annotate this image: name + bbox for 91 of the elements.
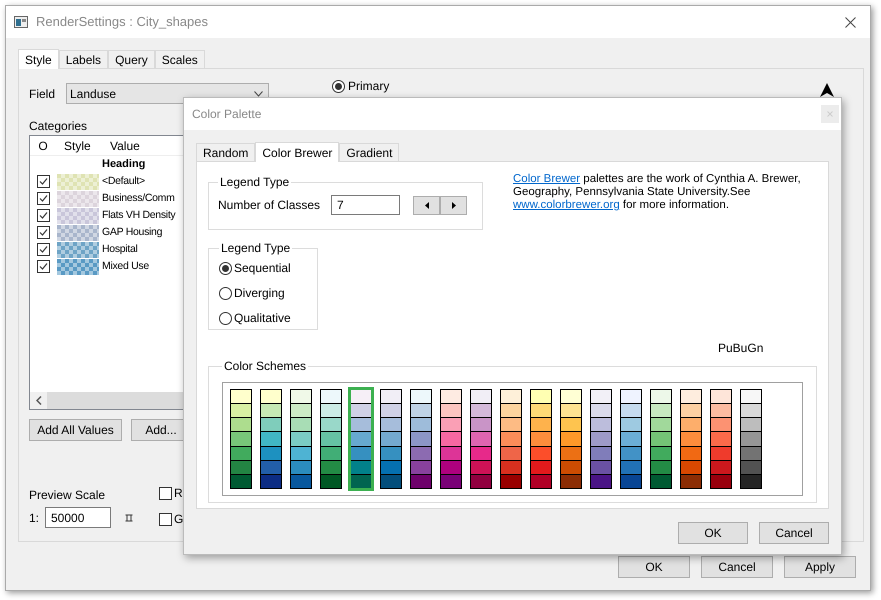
dialog-title: Color Palette	[192, 106, 262, 123]
color-scheme[interactable]	[500, 389, 522, 489]
group-title: Legend Type	[219, 174, 290, 191]
style-swatch[interactable]	[57, 174, 99, 190]
description-text: Color Brewer palettes are the work of Cynthia A. Brewer, Geography, Pennsylvania State University.See www.colorbrewer.org for more information.	[513, 173, 802, 212]
category-value: Flats VH Density	[102, 208, 176, 223]
radio-button[interactable]	[219, 286, 232, 300]
color-scheme[interactable]	[320, 389, 342, 489]
tab[interactable]: Scales	[154, 50, 205, 68]
north-arrow-icon	[820, 82, 834, 96]
column-header[interactable]: Style	[56, 136, 102, 154]
increment-button[interactable]	[440, 196, 467, 214]
color-scheme[interactable]	[380, 389, 402, 489]
style-swatch[interactable]	[57, 208, 99, 224]
triangle-right-icon	[452, 202, 456, 208]
category-value: <Default>	[102, 174, 145, 189]
color-scheme[interactable]	[290, 389, 312, 489]
app-icon	[14, 16, 28, 28]
chevron-down-icon	[254, 90, 263, 96]
style-swatch[interactable]	[57, 190, 99, 206]
scale-prefix: 1:	[29, 510, 40, 526]
color-scheme[interactable]	[410, 389, 432, 489]
column-header[interactable]: O	[30, 136, 56, 154]
style-swatch[interactable]	[57, 258, 99, 274]
color-scheme[interactable]	[260, 389, 282, 489]
link[interactable]: www.colorbrewer.org	[513, 199, 620, 211]
color-scheme[interactable]	[590, 389, 612, 489]
radio-label: Primary	[348, 78, 390, 95]
category-value: GAP Housing	[102, 224, 162, 240]
tab[interactable]: Color Brewer	[255, 142, 340, 162]
category-value: Mixed Use	[102, 258, 149, 274]
color-scheme[interactable]	[650, 389, 672, 489]
scheme-name: PuBuGn	[718, 340, 764, 357]
radio-button[interactable]	[219, 262, 232, 274]
categories-label: Categories	[29, 118, 88, 135]
button[interactable]: OK	[678, 522, 748, 544]
group-title: Color Schemes	[223, 358, 308, 375]
classes-input[interactable]: 7	[331, 195, 400, 215]
radio-label: Sequential	[234, 260, 291, 277]
group-title: Legend Type	[220, 240, 292, 257]
tab[interactable]: Random	[196, 143, 256, 161]
checkbox[interactable]	[159, 486, 172, 500]
color-scheme[interactable]	[560, 389, 582, 489]
scale-input[interactable]: 50000	[45, 507, 111, 528]
radio-label: Diverging	[234, 285, 285, 302]
category-value: Hospital	[102, 242, 138, 257]
chevron-left-icon[interactable]	[36, 396, 42, 405]
style-swatch[interactable]	[57, 224, 99, 240]
style-swatch[interactable]	[57, 242, 99, 258]
decrement-button[interactable]	[413, 196, 440, 214]
tab[interactable]: Labels	[58, 50, 108, 68]
color-scheme[interactable]	[348, 387, 374, 491]
scale-icon[interactable]	[125, 514, 133, 522]
color-scheme[interactable]	[530, 389, 552, 489]
tab[interactable]: Gradient	[339, 143, 400, 161]
window-title: RenderSettings : City_shapes	[36, 13, 208, 32]
color-scheme[interactable]	[440, 389, 462, 489]
color-scheme[interactable]	[680, 389, 702, 489]
checkbox[interactable]	[36, 260, 50, 273]
checkbox[interactable]	[36, 226, 50, 239]
column-header[interactable]: Value	[102, 136, 140, 154]
preview-scale-label: Preview Scale	[29, 487, 106, 504]
link[interactable]: Color Brewer	[513, 173, 580, 185]
button[interactable]: Cancel	[701, 556, 773, 578]
button[interactable]: Cancel	[759, 522, 829, 544]
checkbox[interactable]	[36, 192, 50, 205]
radio-label: Qualitative	[234, 310, 291, 327]
radio-button[interactable]	[332, 80, 345, 92]
checkbox-label: R	[174, 485, 183, 502]
checkbox-label: G	[174, 511, 184, 528]
color-scheme[interactable]	[710, 389, 732, 489]
color-scheme[interactable]	[620, 389, 642, 489]
field-label: Field	[29, 86, 56, 102]
color-scheme[interactable]	[230, 389, 252, 489]
classes-label: Number of Classes	[218, 197, 322, 214]
triangle-left-icon	[424, 202, 428, 208]
button[interactable]: OK	[618, 556, 690, 578]
checkbox[interactable]	[36, 175, 50, 188]
color-scheme[interactable]	[470, 389, 492, 489]
color-scheme[interactable]	[740, 389, 762, 489]
button[interactable]: Apply	[784, 556, 856, 578]
close-icon[interactable]	[845, 16, 856, 28]
checkbox[interactable]	[159, 512, 172, 526]
checkbox[interactable]	[36, 209, 50, 222]
category-value: Business/Comm	[102, 190, 175, 206]
checkbox[interactable]	[36, 243, 50, 256]
group-heading: Heading	[102, 157, 146, 172]
tab[interactable]: Query	[108, 50, 155, 68]
button[interactable]: Add All Values	[29, 419, 122, 441]
radio-button[interactable]	[219, 312, 232, 324]
tab[interactable]: Style	[18, 49, 59, 69]
